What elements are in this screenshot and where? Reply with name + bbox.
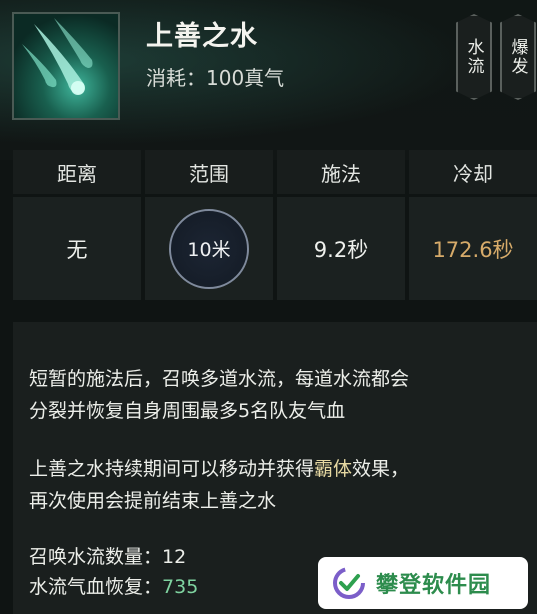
stat-cooldown: 冷却 172.6秒 [409,150,537,300]
skill-title: 上善之水 [146,21,258,52]
super-armor-keyword: 霸体 [314,458,353,480]
stats-table: 距离 无 范围 10米 施法 9.2秒 冷却 172.6秒 [13,150,537,300]
description-line: 再次使用会提前结束上善之水 [29,490,277,512]
stat-cast: 施法 9.2秒 [277,150,405,300]
tag-water-flow: 水流 [456,14,492,100]
description-line: 上善之水持续期间可以移动并获得霸体效果， [29,454,409,481]
stat-cast-label: 施法 [277,150,405,194]
stat-range-label: 范围 [145,150,273,194]
description-text: 效果， [352,458,410,480]
stat-distance: 距离 无 [13,150,141,300]
attribute-label: 水流气血恢复： [29,576,163,598]
stat-distance-value: 无 [13,197,141,300]
attribute-summon-count: 召唤水流数量：12 [29,542,186,569]
stat-cooldown-label: 冷却 [409,150,537,194]
attribute-value: 735 [162,576,199,598]
description-line: 分裂并恢复自身周围最多5名队友气血 [29,400,346,422]
watermark: 攀登软件园 [318,557,528,609]
stat-distance-label: 距离 [13,150,141,194]
attribute-label: 召唤水流数量： [29,546,163,568]
stat-cooldown-value: 172.6秒 [409,197,537,300]
stat-range: 范围 10米 [145,150,273,300]
description-line: 短暂的施法后，召唤多道水流，每道水流都会 [29,368,410,390]
watermark-text: 攀登软件园 [376,573,492,598]
stat-range-cell: 10米 [145,197,273,300]
stat-range-value: 10米 [169,208,249,289]
description-text: 上善之水持续期间可以移动并获得 [29,458,315,480]
water-skill-icon [12,12,120,120]
checkmark-logo-icon [333,567,365,599]
tag-burst: 爆发 [500,14,536,100]
attribute-value: 12 [162,546,187,568]
stat-cast-value: 9.2秒 [277,197,405,300]
skill-cost: 消耗：100真气 [146,66,285,90]
attribute-heal: 水流气血恢复：735 [29,572,198,599]
